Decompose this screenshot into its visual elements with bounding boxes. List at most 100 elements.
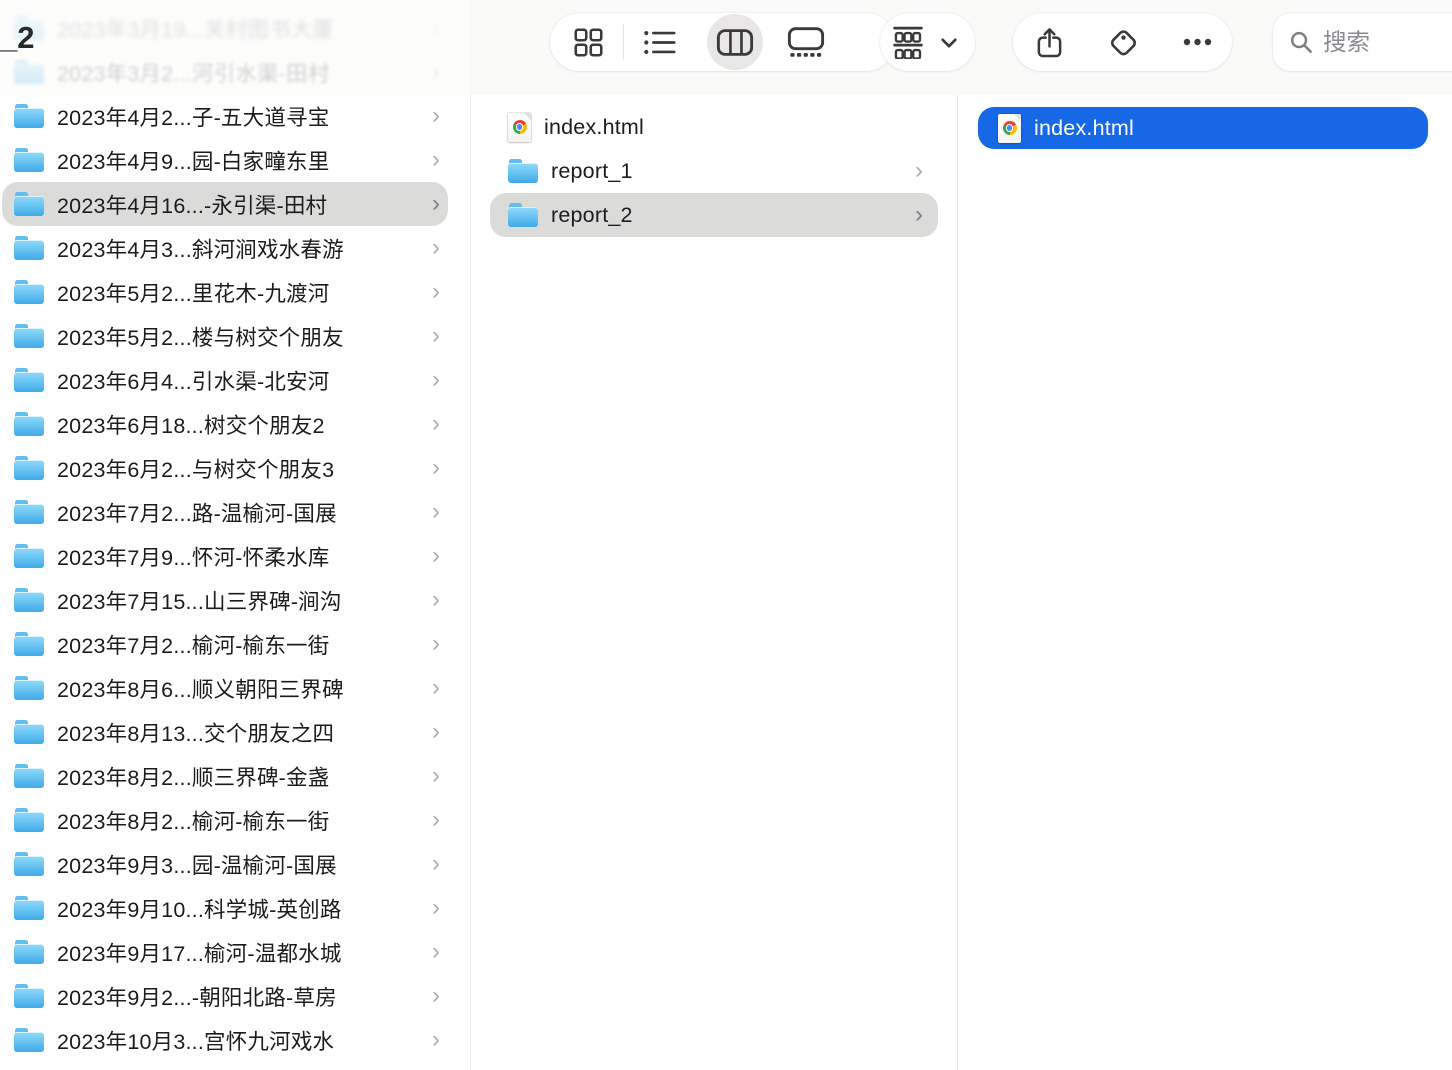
file-name: 2023年6月4...引水渠-北安河 bbox=[57, 365, 426, 396]
folder-icon bbox=[14, 588, 44, 612]
folder-row[interactable]: 2023年9月3...园-温榆河-国展 › bbox=[0, 842, 470, 886]
folder-icon bbox=[14, 148, 44, 172]
file-name: 2023年9月10...科学城-英创路 bbox=[57, 893, 426, 924]
folder-icon bbox=[508, 159, 538, 183]
folder-row[interactable]: 2023年9月17...榆河-温都水城 › bbox=[0, 930, 470, 974]
separator bbox=[623, 24, 624, 60]
chevron-right-icon: › bbox=[426, 446, 446, 490]
file-name: 2023年5月2...楼与树交个朋友 bbox=[57, 321, 426, 352]
file-name: 2023年4月2...子-五大道寻宝 bbox=[57, 101, 426, 132]
folder-row[interactable]: 2023年8月2...榆河-榆东一街 › bbox=[0, 798, 470, 842]
file-name: 2023年7月9...怀河-怀柔水库 bbox=[57, 541, 426, 572]
folder-icon bbox=[14, 896, 44, 920]
chevron-right-icon: › bbox=[426, 974, 446, 1018]
chevron-right-icon: › bbox=[426, 886, 446, 930]
folder-row[interactable]: 2023年6月2...与树交个朋友3 › bbox=[0, 446, 470, 490]
folder-icon bbox=[508, 203, 538, 227]
file-name: 2023年7月2...路-温榆河-国展 bbox=[57, 497, 426, 528]
folder-icon bbox=[14, 192, 44, 216]
folder-row[interactable]: 2023年4月16...-永引渠-田村 › bbox=[0, 182, 470, 226]
gallery-view-button[interactable] bbox=[784, 20, 828, 64]
grid-view-icon bbox=[573, 27, 604, 58]
folder-row[interactable]: 2023年9月2...-朝阳北路-草房 › bbox=[0, 974, 470, 1018]
folder-row[interactable]: 2023年10月3...宫怀九河戏水 › bbox=[0, 1018, 470, 1062]
folder-row[interactable]: report_1 › bbox=[470, 149, 957, 193]
folder-row[interactable]: 2023年7月2...路-温榆河-国展 › bbox=[0, 490, 470, 534]
file-name: index.html bbox=[1034, 116, 1432, 141]
folder-row[interactable]: 2023年5月2...里花木-九渡河 › bbox=[0, 270, 470, 314]
chevron-right-icon: › bbox=[426, 754, 446, 798]
folder-row[interactable]: 2023年7月15...山三界碑-涧沟 › bbox=[0, 578, 470, 622]
folder-icon bbox=[14, 324, 44, 348]
folder-icon bbox=[14, 280, 44, 304]
folder-icon bbox=[14, 676, 44, 700]
folder-row[interactable]: 2023年4月9...园-白家疃东里 › bbox=[0, 138, 470, 182]
folder-row[interactable]: 2023年8月2...顺三界碑-金盏 › bbox=[0, 754, 470, 798]
file-name: 2023年8月2...榆河-榆东一街 bbox=[57, 805, 426, 836]
folder-row[interactable]: 2023年6月18...树交个朋友2 › bbox=[0, 402, 470, 446]
toolbar: _2 bbox=[0, 0, 1452, 95]
list-view-button[interactable] bbox=[638, 20, 682, 64]
file-name: 2023年9月17...榆河-温都水城 bbox=[57, 937, 426, 968]
file-name: 2023年9月2...-朝阳北路-草房 bbox=[57, 981, 426, 1012]
folder-icon bbox=[14, 456, 44, 480]
chevron-right-icon: › bbox=[426, 358, 446, 402]
group-by-button[interactable] bbox=[880, 13, 975, 71]
folder-icon bbox=[14, 1028, 44, 1052]
column-divider[interactable] bbox=[957, 95, 958, 1070]
group-icon bbox=[890, 25, 926, 59]
folder-row[interactable]: 2023年8月6...顺义朝阳三界碑 › bbox=[0, 666, 470, 710]
folder-icon bbox=[14, 104, 44, 128]
html-file-icon bbox=[508, 113, 531, 142]
folder-row[interactable]: 2023年4月2...子-五大道寻宝 › bbox=[0, 94, 470, 138]
file-name: report_1 bbox=[551, 159, 909, 184]
chevron-right-icon: › bbox=[426, 490, 446, 534]
file-name: 2023年6月18...树交个朋友2 bbox=[57, 409, 426, 440]
chevron-right-icon: › bbox=[426, 314, 446, 358]
html-file-icon bbox=[998, 114, 1021, 143]
folder-icon bbox=[14, 940, 44, 964]
chevron-right-icon: › bbox=[909, 193, 929, 237]
folder-row[interactable]: 2023年6月4...引水渠-北安河 › bbox=[0, 358, 470, 402]
file-name: index.html bbox=[544, 115, 909, 140]
toolbar-background bbox=[0, 0, 470, 95]
window-title: _2 bbox=[0, 20, 34, 56]
file-row[interactable]: index.html › bbox=[957, 106, 1452, 150]
folder-icon bbox=[14, 764, 44, 788]
folder-row[interactable]: report_2 › bbox=[470, 193, 957, 237]
file-name: 2023年8月2...顺三界碑-金盏 bbox=[57, 761, 426, 792]
folder-icon bbox=[14, 808, 44, 832]
folder-icon bbox=[14, 984, 44, 1008]
chevron-right-icon: › bbox=[426, 138, 446, 182]
chevron-right-icon: › bbox=[426, 622, 446, 666]
folder-row[interactable]: 2023年8月13...交个朋友之四 › bbox=[0, 710, 470, 754]
list-view-icon bbox=[643, 29, 677, 56]
file-name: 2023年4月16...-永引渠-田村 bbox=[57, 189, 426, 220]
chevron-right-icon: › bbox=[426, 94, 446, 138]
column-view-button[interactable] bbox=[713, 20, 757, 64]
folder-row[interactable]: 2023年5月2...楼与树交个朋友 › bbox=[0, 314, 470, 358]
folder-row[interactable]: 2023年9月10...科学城-英创路 › bbox=[0, 886, 470, 930]
folder-row[interactable]: 2023年7月9...怀河-怀柔水库 › bbox=[0, 534, 470, 578]
column-folders: 2023年3月19...关村图书大厦 › 2023年3月2...河引水渠-田村 … bbox=[0, 6, 470, 1062]
file-name: 2023年10月3...宫怀九河戏水 bbox=[57, 1025, 426, 1056]
more-button[interactable] bbox=[1175, 20, 1219, 64]
chevron-right-icon: › bbox=[426, 578, 446, 622]
folder-icon bbox=[14, 236, 44, 260]
share-button[interactable] bbox=[1027, 20, 1071, 64]
folder-icon bbox=[14, 852, 44, 876]
search-placeholder: 搜索 bbox=[1323, 13, 1370, 71]
file-row[interactable]: index.html › bbox=[470, 105, 957, 149]
column-divider[interactable] bbox=[470, 95, 471, 1070]
search-input[interactable]: 搜索 bbox=[1273, 13, 1452, 71]
chevron-right-icon: › bbox=[426, 1018, 446, 1062]
folder-row[interactable]: 2023年7月2...榆河-榆东一街 › bbox=[0, 622, 470, 666]
gallery-view-icon bbox=[787, 26, 825, 59]
folder-icon bbox=[14, 412, 44, 436]
folder-icon bbox=[14, 500, 44, 524]
file-name: 2023年4月9...园-白家疃东里 bbox=[57, 145, 426, 176]
ellipsis-icon bbox=[1183, 38, 1212, 46]
tags-button[interactable] bbox=[1101, 20, 1145, 64]
icon-view-button[interactable] bbox=[566, 20, 610, 64]
folder-row[interactable]: 2023年4月3...斜河涧戏水春游 › bbox=[0, 226, 470, 270]
